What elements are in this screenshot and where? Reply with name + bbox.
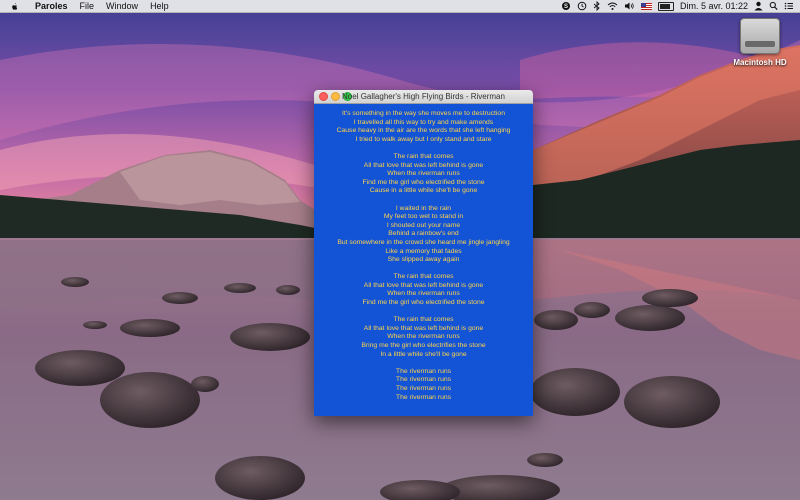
apple-logo-icon[interactable] <box>10 2 19 11</box>
svg-text:S: S <box>564 4 568 10</box>
volume-icon[interactable] <box>624 1 635 11</box>
lyric-line: Like a memory that fades <box>385 247 462 255</box>
lyric-line: She slipped away again <box>387 256 460 264</box>
menubar-clock[interactable]: Dim. 5 avr. 01:22 <box>680 0 748 12</box>
window-title: Noel Gallagher's High Flying Birds - Riv… <box>342 92 505 101</box>
lyric-line: The rain that comes <box>393 273 454 281</box>
hard-drive-icon[interactable] <box>740 18 780 54</box>
menu-help[interactable]: Help <box>144 0 175 12</box>
lyric-line: Cause heavy in the air are the words tha… <box>336 127 511 135</box>
lyric-line: The rain that comes <box>393 152 454 160</box>
lyrics-window: Noel Gallagher's High Flying Birds - Riv… <box>314 90 533 416</box>
lyric-line: In a little while she'll be gone <box>380 350 467 358</box>
lyrics-stanza: I waited in the rain My feet too wet to s… <box>314 205 533 265</box>
menu-window[interactable]: Window <box>100 0 144 12</box>
lyric-line: Find me the girl who electrified the sto… <box>362 299 485 307</box>
bluetooth-icon[interactable] <box>593 1 601 11</box>
menu-file[interactable]: File <box>74 0 101 12</box>
lyric-line: My feet too wet to stand in <box>383 213 464 221</box>
lyric-line: All that love that was left behind is go… <box>363 281 484 289</box>
lyrics-stanza: The rain that comes All that love that wa… <box>314 153 533 196</box>
lyric-line: I tried to walk away but I only stand an… <box>355 135 492 143</box>
battery-icon[interactable] <box>657 1 674 11</box>
lyric-line: Behind a rainbow's end <box>388 230 459 238</box>
lyric-line: The riverman runs <box>395 376 452 384</box>
notification-list-icon[interactable] <box>784 1 794 11</box>
lyric-line: Find me the girl who electrified the sto… <box>362 178 485 186</box>
lyrics-stanza: The rain that comes All that love that wa… <box>314 273 533 307</box>
search-icon[interactable] <box>769 1 778 11</box>
lyric-line: I waited in the rain <box>395 204 452 212</box>
us-flag-icon[interactable] <box>640 2 652 10</box>
lyric-line: I travelled all this way to try and make… <box>353 118 494 126</box>
lyric-line: The riverman runs <box>395 367 452 375</box>
lyric-line: When the riverman runs <box>387 333 460 341</box>
lyric-line: Cause in a little while she'll be gone <box>369 187 478 195</box>
lyric-line: Bring me the girl who electrifies the st… <box>361 342 486 350</box>
lyric-line: But somewhere in the crowd she heard me … <box>337 238 510 246</box>
lyric-line: I shouted out your name <box>386 221 461 229</box>
app-menu-paroles[interactable]: Paroles <box>29 0 74 12</box>
lyrics-content: It's something in the way she moves me t… <box>314 104 533 416</box>
lyrics-stanza: It's something in the way she moves me t… <box>314 110 533 144</box>
lyric-line: All that love that was left behind is go… <box>363 324 484 332</box>
lyrics-stanza: The riverman runs The riverman runs The ri… <box>314 368 533 402</box>
disk-label: Macintosh HD <box>733 58 787 67</box>
lyric-line: The rain that comes <box>393 316 454 324</box>
menu-bar: Paroles File Window Help S Dim. 5 avr. 0… <box>0 0 800 13</box>
wifi-icon[interactable] <box>607 1 618 11</box>
lyric-line: The riverman runs <box>395 385 452 392</box>
lyric-line: When the riverman runs <box>387 170 460 178</box>
user-icon[interactable] <box>754 1 763 11</box>
lyric-line: When the riverman runs <box>387 290 460 298</box>
macintosh-hd-icon[interactable]: Macintosh HD <box>730 18 790 67</box>
skype-icon[interactable]: S <box>561 1 571 11</box>
time-machine-icon[interactable] <box>577 1 587 11</box>
lyric-line: It's something in the way she moves me t… <box>342 110 505 117</box>
lyrics-stanza: The rain that comes All that love that wa… <box>314 316 533 359</box>
lyric-line: The riverman runs <box>395 393 452 401</box>
lyric-line: All that love that was left behind is go… <box>363 161 484 169</box>
window-titlebar[interactable]: Noel Gallagher's High Flying Birds - Riv… <box>314 90 533 104</box>
